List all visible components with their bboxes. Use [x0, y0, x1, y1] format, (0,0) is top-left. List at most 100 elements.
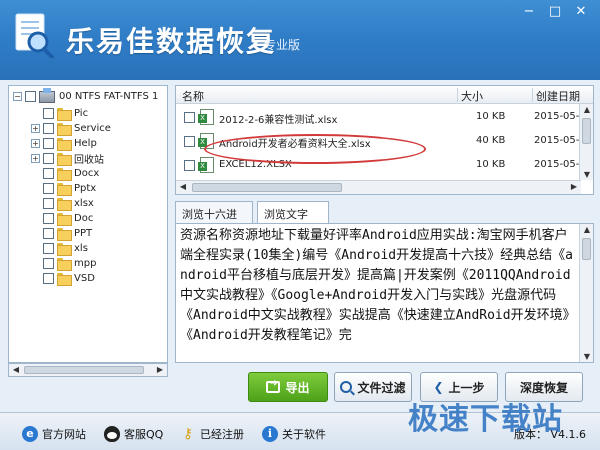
tree-item-label: Pptx [74, 183, 97, 194]
magnifier-document-icon [15, 13, 54, 58]
tree-item-label: Help [74, 138, 97, 149]
excel-file-icon [198, 157, 214, 173]
excel-file-icon [198, 109, 214, 125]
tree-item[interactable]: + Help [31, 136, 97, 151]
tree-root-label: 00 NTFS FAT-NTFS 1 [59, 91, 159, 102]
support-qq-link[interactable]: 客服QQ [104, 426, 163, 442]
expand-icon[interactable]: + [31, 154, 40, 163]
support-qq-label: 客服QQ [124, 428, 164, 441]
column-name[interactable]: 名称 [182, 88, 204, 104]
tree-checkbox[interactable] [43, 153, 54, 164]
tree-checkbox[interactable] [43, 228, 54, 239]
tree-checkbox[interactable] [43, 243, 54, 254]
tree-item[interactable]: xlsx [31, 196, 94, 211]
file-checkbox[interactable] [184, 112, 195, 123]
folder-icon [57, 168, 72, 181]
folder-icon [57, 213, 72, 226]
column-size[interactable]: 大小 [461, 88, 483, 104]
tree-item[interactable]: mpp [31, 256, 96, 271]
preview-vertical-scrollbar[interactable]: ▲ ▼ [579, 224, 593, 362]
scroll-thumb[interactable] [582, 238, 591, 260]
file-date: 2015-05- [534, 111, 580, 122]
about-link[interactable]: i 关于软件 [262, 426, 326, 442]
file-size: 10 KB [476, 159, 506, 170]
tab-hex[interactable]: 浏览十六进制 [175, 201, 253, 237]
tree-checkbox[interactable] [43, 198, 54, 209]
column-date[interactable]: 创建日期 [536, 88, 580, 104]
scroll-left-icon[interactable]: ◀ [177, 182, 189, 191]
scroll-thumb[interactable] [24, 366, 144, 374]
tab-text[interactable]: 浏览文字 [257, 201, 329, 224]
tree-item[interactable]: + Service [31, 121, 111, 136]
search-icon [340, 381, 353, 393]
tree-item[interactable]: VSD [31, 271, 95, 286]
file-list-horizontal-scrollbar[interactable]: ◀ ▶ [176, 180, 581, 194]
tree-item-label: PPT [74, 228, 93, 239]
official-website-link[interactable]: e 官方网站 [22, 426, 86, 442]
tree-item-label: Pic [74, 108, 89, 119]
tree-checkbox[interactable] [43, 138, 54, 149]
tree-horizontal-scrollbar[interactable]: ◀ ▶ [8, 363, 168, 377]
tree-checkbox[interactable] [43, 123, 54, 134]
tree-checkbox[interactable] [43, 108, 54, 119]
folder-icon [57, 138, 72, 151]
file-checkbox[interactable] [184, 136, 195, 147]
minimize-button[interactable]: − [518, 4, 540, 22]
folder-icon [57, 258, 72, 271]
file-row[interactable]: 2012-2-6兼容性测试.xlsx 10 KB 2015-05- [176, 106, 581, 128]
tree-checkbox[interactable] [43, 273, 54, 284]
drive-icon [39, 87, 55, 103]
export-icon [266, 378, 281, 393]
title-bar: 乐易佳数据恢复 专业版 − □ ✕ [0, 0, 600, 80]
tree-item-label: xls [74, 243, 88, 254]
file-list: 名称 大小 创建日期 2012-2-6兼容性测试.xlsx 10 KB 2015-0… [175, 85, 594, 195]
file-size: 40 KB [476, 135, 506, 146]
tree-item[interactable]: Docx [31, 166, 99, 181]
scroll-up-icon[interactable]: ▲ [581, 105, 593, 114]
scroll-thumb[interactable] [192, 183, 342, 192]
scroll-up-icon[interactable]: ▲ [581, 225, 593, 234]
tree-item[interactable]: Pptx [31, 181, 96, 196]
maximize-button[interactable]: □ [544, 4, 566, 22]
qq-penguin-icon [104, 426, 120, 442]
expand-icon[interactable]: + [31, 124, 40, 133]
tree-checkbox[interactable] [43, 168, 54, 179]
folder-icon [57, 153, 72, 166]
expand-icon[interactable]: + [31, 139, 40, 148]
tree-item[interactable]: + 回收站 [31, 151, 104, 166]
highlight-annotation [204, 134, 426, 164]
file-checkbox[interactable] [184, 160, 195, 171]
registered-link[interactable]: ⚷ 已经注册 [180, 426, 244, 442]
tree-item[interactable]: Pic [31, 106, 88, 121]
file-filter-button[interactable]: 文件过滤 [334, 372, 412, 402]
tree-item-label: VSD [74, 273, 95, 284]
file-list-vertical-scrollbar[interactable]: ▲ ▼ [579, 104, 593, 180]
scroll-right-icon[interactable]: ▶ [568, 182, 580, 191]
tree-checkbox[interactable] [43, 213, 54, 224]
about-label: 关于软件 [282, 428, 326, 441]
tree-checkbox[interactable] [43, 183, 54, 194]
tree-item[interactable]: PPT [31, 226, 92, 241]
tree-checkbox[interactable] [43, 258, 54, 269]
chevron-left-icon: ❮ [433, 380, 444, 394]
tree-item[interactable]: Doc [31, 211, 93, 226]
app-title: 乐易佳数据恢复 [66, 25, 277, 58]
registered-label: 已经注册 [200, 428, 244, 441]
scroll-thumb[interactable] [582, 118, 591, 144]
folder-icon [57, 273, 72, 286]
official-website-label: 官方网站 [42, 428, 86, 441]
tree-item-label: Docx [74, 168, 100, 179]
collapse-icon[interactable]: − [13, 92, 22, 101]
scroll-right-icon[interactable]: ▶ [154, 365, 166, 375]
scroll-left-icon[interactable]: ◀ [10, 365, 22, 375]
export-button[interactable]: 导出 [248, 372, 328, 402]
tree-item-label: xlsx [74, 198, 94, 209]
close-button[interactable]: ✕ [570, 4, 592, 22]
tree-root[interactable]: − 00 NTFS FAT-NTFS 1 [13, 87, 159, 104]
scroll-down-icon[interactable]: ▼ [581, 352, 593, 361]
tree-checkbox[interactable] [25, 91, 36, 102]
file-date: 2015-05- [534, 135, 580, 146]
scroll-down-icon[interactable]: ▼ [581, 170, 593, 179]
folder-icon [57, 108, 72, 121]
tree-item[interactable]: xls [31, 241, 88, 256]
